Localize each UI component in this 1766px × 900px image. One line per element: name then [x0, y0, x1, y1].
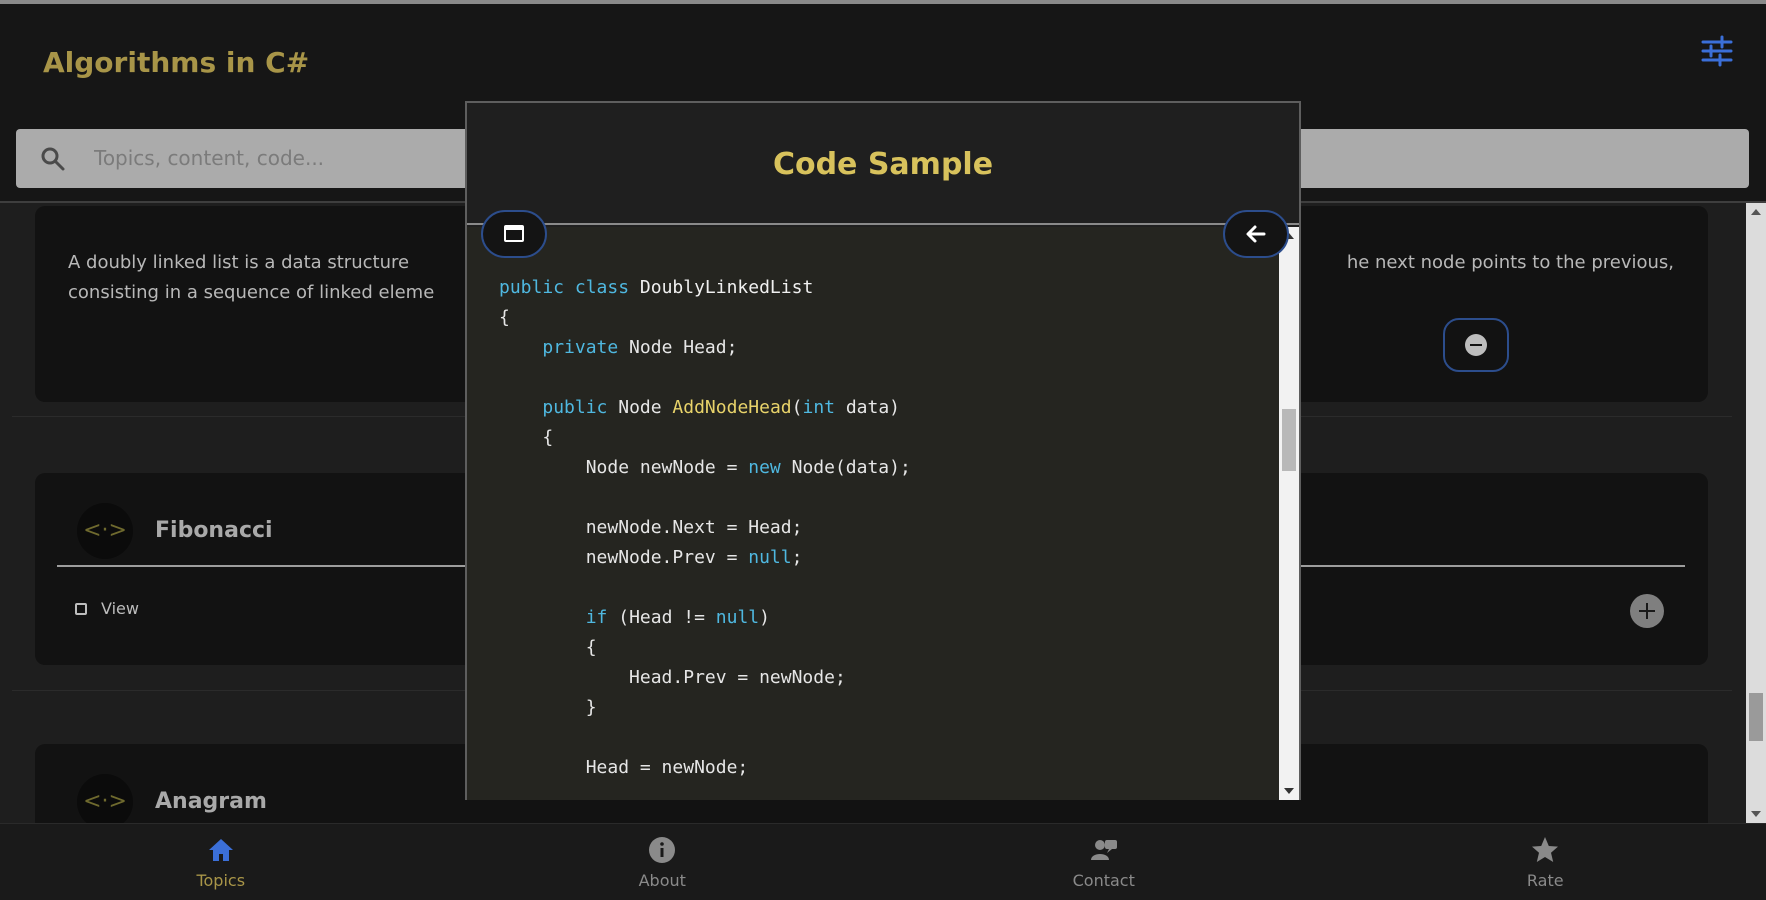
expand-plus-button[interactable]	[1630, 594, 1664, 628]
code-scrollbar[interactable]	[1279, 227, 1299, 800]
topic-name: Anagram	[155, 789, 267, 814]
star-icon	[1532, 836, 1559, 862]
collapse-button[interactable]	[1443, 318, 1509, 372]
description-line-1-right: he next node points to the previous,	[1346, 252, 1674, 273]
filter-settings-icon[interactable]	[1700, 34, 1734, 68]
nav-topics[interactable]: Topics	[0, 824, 442, 900]
nav-contact[interactable]: Contact	[883, 824, 1325, 900]
nav-rate[interactable]: Rate	[1325, 824, 1766, 900]
home-icon	[208, 838, 233, 861]
back-button[interactable]	[1223, 210, 1289, 258]
view-link[interactable]: View	[75, 599, 139, 618]
scroll-down-arrow-icon[interactable]	[1284, 788, 1294, 794]
nav-label: Contact	[1072, 870, 1135, 890]
contact-icon	[1090, 839, 1117, 860]
info-icon	[649, 836, 676, 863]
modal-header: Code Sample	[467, 103, 1299, 225]
modal-title: Code Sample	[772, 147, 994, 182]
window-toggle-button[interactable]	[481, 210, 547, 258]
nav-label: Topics	[196, 870, 246, 890]
view-icon	[75, 602, 87, 615]
scroll-up-arrow-icon[interactable]	[1751, 209, 1761, 215]
bottom-navigation: Topics About Contact Rate	[0, 823, 1766, 900]
nav-label: About	[638, 870, 686, 890]
code-text: public class DoublyLinkedList { private …	[499, 277, 911, 778]
code-sample-modal: Code Sample public class DoublyLinkedLis…	[465, 101, 1301, 800]
code-block: public class DoublyLinkedList { private …	[467, 227, 1279, 800]
topic-name: Fibonacci	[155, 518, 273, 543]
code-arrows-icon: <·>	[77, 503, 133, 559]
view-label: View	[101, 599, 139, 618]
page-scrollbar[interactable]	[1746, 203, 1766, 823]
app-title: Algorithms in C#	[43, 46, 310, 79]
description-line-1: A doubly linked list is a data structure	[68, 252, 410, 273]
code-arrows-icon: <·>	[77, 774, 133, 823]
nav-label: Rate	[1526, 870, 1564, 890]
description-line-2: consisting in a sequence of linked eleme	[68, 282, 435, 303]
scrollbar-thumb[interactable]	[1749, 693, 1763, 741]
scroll-down-arrow-icon[interactable]	[1751, 811, 1761, 817]
nav-about[interactable]: About	[442, 824, 884, 900]
search-icon	[41, 147, 65, 171]
minus-icon	[1465, 334, 1487, 356]
window-icon	[504, 225, 524, 242]
scrollbar-thumb[interactable]	[1282, 409, 1296, 471]
arrow-left-icon	[1246, 225, 1266, 243]
